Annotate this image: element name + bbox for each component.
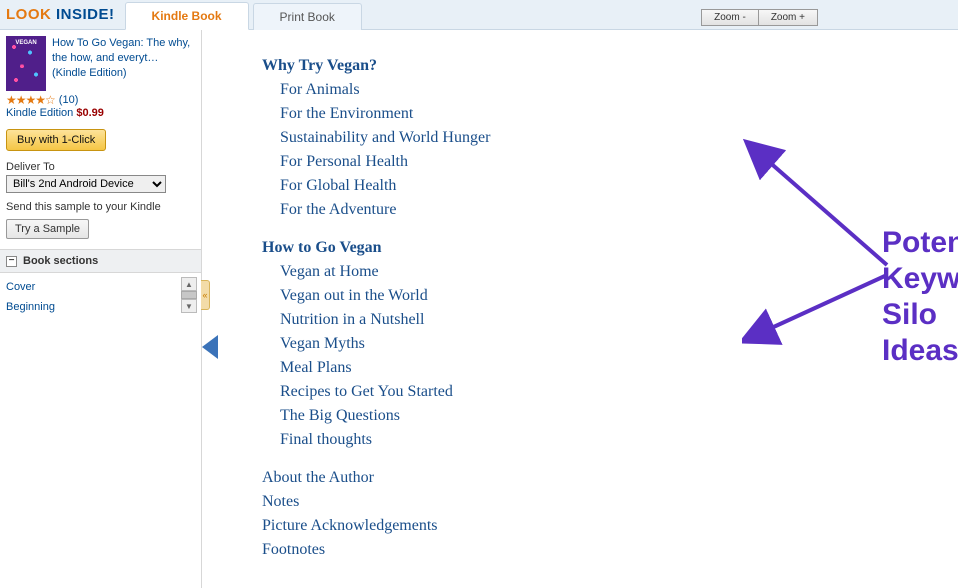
scroll-down-icon[interactable]: ▼ <box>181 299 197 313</box>
toc-item[interactable]: For the Environment <box>280 102 958 126</box>
edition-label[interactable]: Kindle Edition <box>6 107 73 119</box>
toc-item[interactable]: About the Author <box>262 466 958 490</box>
toc-item[interactable]: Recipes to Get You Started <box>280 380 958 404</box>
annotation-line: Keyword <box>882 261 958 297</box>
annotation-line: Silo Ideas <box>882 297 958 369</box>
toc-heading[interactable]: How to Go Vegan <box>262 236 958 260</box>
zoom-controls: Zoom - Zoom + <box>701 9 958 29</box>
scroll-thumb[interactable] <box>181 291 197 299</box>
book-preview-pane: Why Try Vegan? For Animals For the Envir… <box>202 30 958 588</box>
deliver-to-select[interactable]: Bill's 2nd Android Device <box>6 175 166 193</box>
prev-page-arrow-icon[interactable] <box>202 335 218 359</box>
book-sections-list: Cover Beginning ▲ ▼ <box>0 273 201 321</box>
toc-heading[interactable]: Why Try Vegan? <box>262 54 958 78</box>
buy-one-click-button[interactable]: Buy with 1-Click <box>6 129 106 151</box>
star-rating-icon[interactable]: ★★★★☆ <box>6 93 55 107</box>
toc-item[interactable]: For Personal Health <box>280 150 958 174</box>
zoom-in-button[interactable]: Zoom + <box>759 9 818 26</box>
toc-item[interactable]: Sustainability and World Hunger <box>280 126 958 150</box>
book-cover-thumbnail[interactable] <box>6 36 46 91</box>
book-title[interactable]: How To Go Vegan: The why, the how, and e… <box>52 36 195 91</box>
inside-text: INSIDE! <box>51 6 114 23</box>
toc-item[interactable]: Vegan Myths <box>280 332 958 356</box>
section-link-cover[interactable]: Cover <box>6 277 195 297</box>
look-text: LOOK <box>6 6 51 23</box>
look-inside-logo: LOOK INSIDE! <box>0 2 125 29</box>
tab-kindle-book[interactable]: Kindle Book <box>125 2 249 30</box>
toc-item[interactable]: For the Adventure <box>280 198 958 222</box>
book-summary: How To Go Vegan: The why, the how, and e… <box>0 30 201 93</box>
toc-item[interactable]: For Animals <box>280 78 958 102</box>
toc-item[interactable]: Notes <box>262 490 958 514</box>
toc-item[interactable]: Vegan out in the World <box>280 284 958 308</box>
book-sections-label: Book sections <box>23 255 98 267</box>
rating-count[interactable]: (10) <box>59 94 79 106</box>
book-sections-header[interactable]: − Book sections <box>0 249 201 273</box>
price: $0.99 <box>76 107 104 119</box>
toc-item[interactable]: Picture Acknowledgements <box>262 514 958 538</box>
sidebar: How To Go Vegan: The why, the how, and e… <box>0 30 202 588</box>
try-sample-button[interactable]: Try a Sample <box>6 219 89 239</box>
annotation-line: Potential <box>882 225 958 261</box>
scroll-up-icon[interactable]: ▲ <box>181 277 197 291</box>
collapse-sections-icon[interactable]: − <box>6 256 17 267</box>
toc-item[interactable]: The Big Questions <box>280 404 958 428</box>
toc-item[interactable]: Vegan at Home <box>280 260 958 284</box>
table-of-contents: Why Try Vegan? For Animals For the Envir… <box>262 54 958 562</box>
toc-item[interactable]: Meal Plans <box>280 356 958 380</box>
zoom-out-button[interactable]: Zoom - <box>701 9 759 26</box>
rating-row: ★★★★☆ (10) <box>0 93 201 107</box>
toc-item[interactable]: Final thoughts <box>280 428 958 452</box>
edition-row: Kindle Edition $0.99 <box>0 107 201 123</box>
top-bar: LOOK INSIDE! Kindle Book Print Book Zoom… <box>0 0 958 30</box>
sections-scroll: ▲ ▼ <box>181 277 197 313</box>
toc-item[interactable]: For Global Health <box>280 174 958 198</box>
send-sample-label: Send this sample to your Kindle <box>0 199 201 215</box>
main-area: How To Go Vegan: The why, the how, and e… <box>0 30 958 588</box>
section-link-beginning[interactable]: Beginning <box>6 297 195 317</box>
tab-print-book[interactable]: Print Book <box>253 3 362 30</box>
deliver-to-label: Deliver To <box>0 157 201 175</box>
toc-item[interactable]: Nutrition in a Nutshell <box>280 308 958 332</box>
annotation-label: Potential Keyword Silo Ideas <box>882 225 958 369</box>
toc-item[interactable]: Footnotes <box>262 538 958 562</box>
